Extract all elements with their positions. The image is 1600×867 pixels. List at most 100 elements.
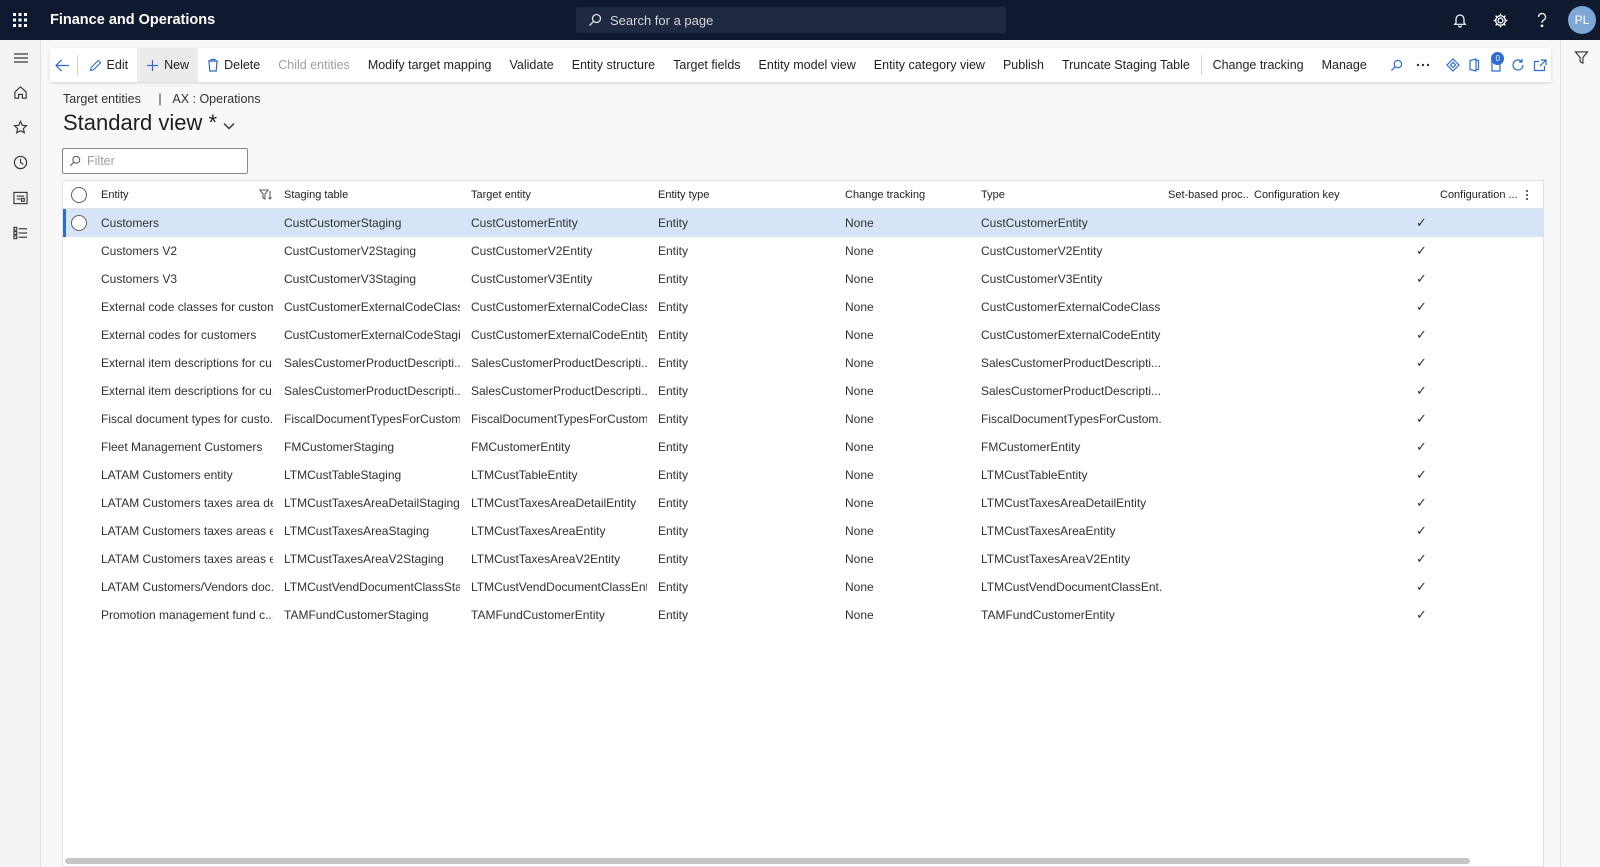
table-cell[interactable]: LATAM Customers/Vendors doc... <box>101 573 273 601</box>
table-cell[interactable]: Customers V3 <box>101 265 273 293</box>
favorites-star-icon[interactable] <box>0 110 41 145</box>
table-cell: CustCustomerV2Entity <box>981 244 1103 258</box>
tab-manage[interactable]: Manage <box>1313 48 1376 82</box>
modify-target-mapping-button[interactable]: Modify target mapping <box>359 48 501 82</box>
table-cell[interactable]: External code classes for custom... <box>101 293 273 321</box>
table-row[interactable]: Customers CustCustomerStaging CustCustomer… <box>63 209 1543 237</box>
filter-placeholder: Filter <box>87 154 115 168</box>
entity-category-view-button[interactable]: Entity category view <box>865 48 994 82</box>
table-cell[interactable]: External item descriptions for cu... <box>101 349 273 377</box>
home-icon[interactable] <box>0 75 41 110</box>
table-cell: FMCustomerEntity <box>471 440 571 454</box>
table-cell[interactable]: External item descriptions for cu... <box>101 377 273 405</box>
table-row[interactable]: External item descriptions for cu... Sale… <box>63 349 1543 377</box>
table-row[interactable]: LATAM Customers/Vendors doc... LTMCustVen… <box>63 573 1543 601</box>
table-cell[interactable]: Fiscal document types for custo... <box>101 405 273 433</box>
entity-model-view-button[interactable]: Entity model view <box>750 48 865 82</box>
help-icon[interactable] <box>1521 0 1562 40</box>
app-title[interactable]: Finance and Operations <box>50 12 215 28</box>
table-cell: None <box>845 328 874 342</box>
column-options-icon[interactable] <box>1525 181 1539 209</box>
new-button[interactable]: New <box>137 48 199 82</box>
table-cell[interactable]: LATAM Customers taxes area de... <box>101 489 273 517</box>
configuration-checkmark-icon: ✓ <box>1416 579 1427 594</box>
table-row[interactable]: Fiscal document types for custo... Fiscal… <box>63 405 1543 433</box>
table-cell[interactable]: External codes for customers <box>101 321 273 349</box>
configuration-checkmark-icon: ✓ <box>1416 243 1427 258</box>
column-header-configuration-key[interactable]: Configuration key <box>1254 181 1424 209</box>
view-selector[interactable]: Standard view * <box>63 110 235 136</box>
truncate-staging-table-button[interactable]: Truncate Staging Table <box>1053 48 1199 82</box>
recent-clock-icon[interactable] <box>0 145 41 180</box>
table-cell: None <box>845 244 874 258</box>
office-icon[interactable] <box>1463 48 1485 82</box>
table-row[interactable]: External item descriptions for cu... Sale… <box>63 377 1543 405</box>
target-fields-button[interactable]: Target fields <box>664 48 749 82</box>
table-row[interactable]: LATAM Customers taxes area de... LTMCustT… <box>63 489 1543 517</box>
breadcrumb-separator: | <box>158 92 162 106</box>
user-avatar[interactable]: PL <box>1568 6 1596 34</box>
delete-button[interactable]: Delete <box>198 48 269 82</box>
column-header-configuration[interactable]: Configuration ... <box>1440 181 1518 209</box>
column-header-target-entity[interactable]: Target entity <box>471 181 641 209</box>
open-in-new-window-icon[interactable] <box>1529 48 1551 82</box>
table-cell[interactable]: LATAM Customers taxes areas e... <box>101 517 273 545</box>
table-row[interactable]: Promotion management fund c... TAMFundCus… <box>63 601 1543 629</box>
table-cell: None <box>845 608 874 622</box>
app-launcher-icon[interactable] <box>0 0 40 40</box>
column-header-change-tracking[interactable]: Change tracking <box>845 181 975 209</box>
table-cell[interactable]: Customers <box>101 209 273 237</box>
table-row[interactable]: Customers V3 CustCustomerV3Staging CustCus… <box>63 265 1543 293</box>
table-row[interactable]: LATAM Customers taxes areas e... LTMCustT… <box>63 517 1543 545</box>
table-row[interactable]: LATAM Customers entity LTMCustTableStagin… <box>63 461 1543 489</box>
table-cell: SalesCustomerProductDescripti... <box>471 384 647 398</box>
settings-gear-icon[interactable] <box>1480 0 1521 40</box>
power-apps-diamond-icon[interactable] <box>1442 48 1464 82</box>
table-row[interactable]: External code classes for custom... CustC… <box>63 293 1543 321</box>
grid-body: Customers CustCustomerStaging CustCustomer… <box>63 209 1543 629</box>
table-cell: LTMCustTaxesAreaDetailEntity <box>981 496 1147 510</box>
column-header-staging-table[interactable]: Staging table <box>284 181 454 209</box>
table-row[interactable]: LATAM Customers taxes areas e... LTMCustT… <box>63 545 1543 573</box>
table-cell[interactable]: Fleet Management Customers <box>101 433 273 461</box>
workspaces-icon[interactable] <box>0 180 41 215</box>
entity-structure-button[interactable]: Entity structure <box>563 48 664 82</box>
more-options-icon[interactable] <box>1412 48 1434 82</box>
column-header-type[interactable]: Type <box>981 181 1151 209</box>
back-button[interactable] <box>50 48 75 82</box>
horizontal-scrollbar[interactable] <box>65 858 1470 864</box>
search-input[interactable]: Search for a page <box>576 7 1006 33</box>
table-cell[interactable]: Customers V2 <box>101 237 273 265</box>
column-header-entity-type[interactable]: Entity type <box>658 181 828 209</box>
column-header-entity[interactable]: Entity <box>101 181 271 209</box>
child-entities-button[interactable]: Child entities <box>269 48 359 82</box>
column-header-set-based-processing[interactable]: Set-based proc... <box>1168 181 1248 209</box>
row-select-radio[interactable] <box>71 209 89 237</box>
column-filter-icon[interactable] <box>259 181 279 209</box>
modules-list-icon[interactable] <box>0 215 41 250</box>
hamburger-menu-icon[interactable] <box>0 40 41 75</box>
publish-button[interactable]: Publish <box>994 48 1053 82</box>
notifications-bell-icon[interactable] <box>1439 0 1480 40</box>
table-cell[interactable]: Promotion management fund c... <box>101 601 273 629</box>
table-row[interactable]: External codes for customers CustCustomer… <box>63 321 1543 349</box>
table-row[interactable]: Fleet Management Customers FMCustomerStag… <box>63 433 1543 461</box>
configuration-checkmark-icon: ✓ <box>1416 299 1427 314</box>
table-row[interactable]: Customers V2 CustCustomerV2Staging CustCus… <box>63 237 1543 265</box>
table-cell[interactable]: LATAM Customers taxes areas e... <box>101 545 273 573</box>
validate-button[interactable]: Validate <box>501 48 563 82</box>
refresh-icon[interactable] <box>1507 48 1529 82</box>
table-cell: FiscalDocumentTypesForCustom... <box>981 412 1161 426</box>
table-cell: Entity <box>658 608 689 622</box>
table-cell: Entity <box>658 272 689 286</box>
action-search-icon[interactable] <box>1386 48 1408 82</box>
filter-input[interactable]: Filter <box>62 148 248 174</box>
tab-change-tracking[interactable]: Change tracking <box>1204 48 1313 82</box>
breadcrumb-company[interactable]: AX : Operations <box>172 92 260 106</box>
edit-button[interactable]: Edit <box>80 48 138 82</box>
table-cell: None <box>845 272 874 286</box>
table-cell[interactable]: LATAM Customers entity <box>101 461 273 489</box>
select-all-radio[interactable] <box>71 181 89 209</box>
filter-pane-icon[interactable] <box>1561 40 1600 74</box>
message-center-icon[interactable]: 0 <box>1485 48 1507 82</box>
